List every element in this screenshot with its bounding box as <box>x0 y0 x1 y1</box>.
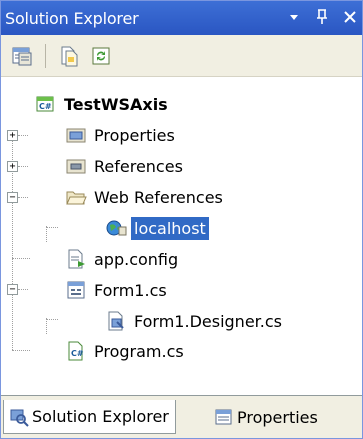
tree-item-label: Form1.cs <box>94 280 167 300</box>
show-all-files-icon <box>61 46 78 66</box>
open-folder-icon <box>65 186 87 208</box>
tree-item-form1-designer[interactable]: Form1.Designer.cs <box>105 305 285 337</box>
tree-item-program[interactable]: C# Program.cs <box>65 335 187 367</box>
tree-item-app-config[interactable]: app.config <box>65 243 181 275</box>
solution-explorer-icon <box>8 406 30 428</box>
tree-item-localhost[interactable]: localhost <box>105 212 209 244</box>
tab-properties[interactable]: Properties <box>209 400 324 434</box>
close-icon[interactable] <box>342 7 358 27</box>
bottom-tab-strip: Solution Explorer Properties <box>1 395 362 438</box>
tree-line <box>46 227 58 228</box>
csharp-file-icon: C# <box>65 340 87 362</box>
tree-line <box>18 166 28 167</box>
svg-text:C#: C# <box>71 349 84 358</box>
tree-item-label: References <box>94 156 183 176</box>
properties-folder-icon <box>65 124 87 146</box>
properties-window-icon <box>213 406 235 428</box>
tree-item-label: Web References <box>94 187 223 207</box>
form-icon <box>65 279 87 301</box>
tree-item-properties[interactable]: Properties <box>65 119 178 151</box>
tree-line <box>12 350 30 351</box>
tab-solution-explorer[interactable]: Solution Explorer <box>3 400 176 434</box>
tree-line <box>18 289 28 290</box>
designer-file-icon <box>105 310 127 332</box>
tree-line <box>18 135 28 136</box>
tree-item-form1[interactable]: Form1.cs <box>65 274 170 306</box>
toolbar <box>1 35 362 77</box>
tree-line <box>46 318 47 334</box>
tab-label: Properties <box>237 407 318 427</box>
refresh-button[interactable] <box>88 43 114 69</box>
csharp-project-icon: C# <box>35 93 57 115</box>
collapse-web-references-toggle[interactable]: − <box>7 192 18 203</box>
solution-explorer-window: Solution Explorer + + − − C# TestWSAxis … <box>0 0 363 439</box>
collapse-form1-toggle[interactable]: − <box>7 284 18 295</box>
expand-properties-toggle[interactable]: + <box>7 130 18 141</box>
expand-references-toggle[interactable]: + <box>7 161 18 172</box>
show-all-files-button[interactable] <box>56 43 82 69</box>
references-folder-icon <box>65 155 87 177</box>
properties-window-icon <box>12 47 32 65</box>
tree-line <box>46 319 58 320</box>
tree-line <box>18 197 28 198</box>
window-title: Solution Explorer <box>5 8 139 28</box>
config-file-icon <box>65 248 87 270</box>
solution-tree: + + − − C# TestWSAxis Properties Referen… <box>1 78 362 394</box>
tree-item-label: app.config <box>94 249 179 269</box>
dropdown-icon[interactable] <box>286 7 302 27</box>
tree-item-project[interactable]: C# TestWSAxis <box>35 88 171 120</box>
svg-text:C#: C# <box>39 102 52 111</box>
tree-item-label: localhost <box>131 216 209 240</box>
tab-label: Solution Explorer <box>32 407 169 426</box>
tree-item-label: Properties <box>94 125 175 145</box>
title-bar-controls <box>286 7 358 27</box>
project-name: TestWSAxis <box>64 94 168 114</box>
tree-line <box>12 258 30 259</box>
title-bar[interactable]: Solution Explorer <box>1 1 362 35</box>
tree-item-references[interactable]: References <box>65 150 186 182</box>
refresh-icon <box>92 47 110 64</box>
pin-icon[interactable] <box>314 7 330 27</box>
toolbar-separator <box>45 43 46 68</box>
properties-button[interactable] <box>9 43 35 69</box>
tree-item-label: Form1.Designer.cs <box>134 311 282 331</box>
tree-item-label: Program.cs <box>94 341 184 361</box>
tree-item-web-references[interactable]: Web References <box>65 181 226 213</box>
tree-line <box>46 226 47 242</box>
web-reference-globe-icon <box>105 217 127 239</box>
